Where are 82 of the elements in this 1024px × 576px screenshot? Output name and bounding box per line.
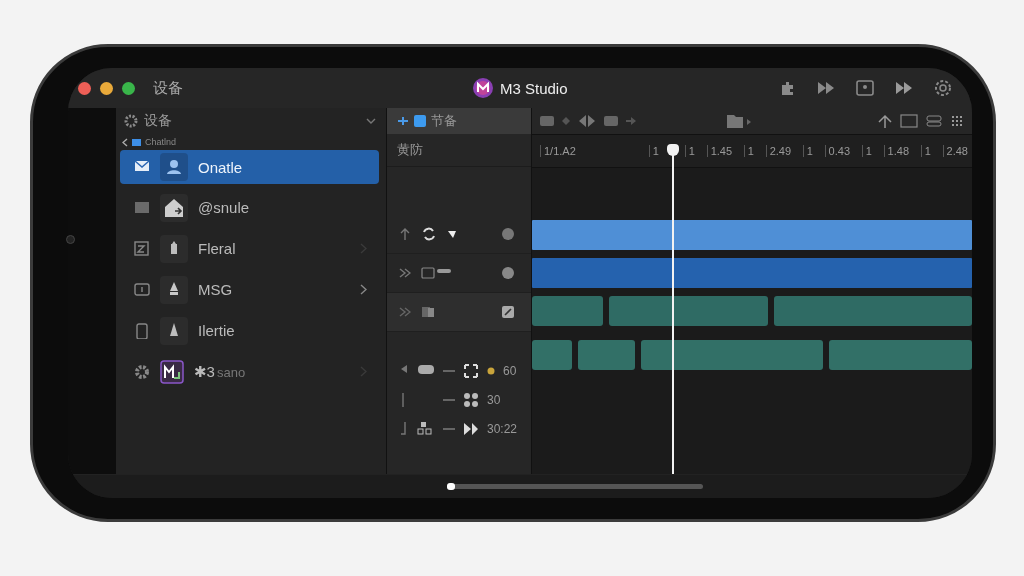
app-logo-icon [473, 78, 493, 98]
sidebar-item[interactable]: Ilertie [120, 313, 379, 348]
ruler-label: 1 [920, 145, 931, 157]
window-control-icon[interactable] [122, 81, 135, 95]
copy-icon[interactable] [421, 304, 437, 320]
window-location: 设备 [153, 78, 183, 98]
window-icon [134, 199, 150, 216]
breadcrumb-link[interactable]: Chatlnd [145, 137, 177, 147]
ruler-label: 0.43 [824, 145, 851, 157]
ruler-label: 1 [743, 145, 754, 157]
readout-value: 30 [487, 393, 501, 407]
split-icon[interactable] [578, 115, 596, 127]
gear-icon [134, 363, 150, 380]
badge-icon[interactable] [501, 227, 515, 241]
arrow-up-icon[interactable] [399, 226, 411, 242]
diamond-icon[interactable] [562, 117, 570, 125]
readout-value: 30:22 [487, 422, 518, 436]
settings-icon[interactable] [934, 79, 952, 97]
chevron-down-icon[interactable] [366, 117, 376, 125]
sidebar-item[interactable]: ✱3 sano [120, 354, 379, 389]
arrow-up-icon[interactable] [878, 114, 892, 128]
house-icon [160, 193, 188, 222]
app-tile-icon [160, 359, 184, 384]
window-control-icon[interactable] [100, 81, 113, 95]
blocks-icon [417, 421, 435, 437]
ruler-label: 1.45 [706, 145, 733, 157]
folder-icon [132, 138, 141, 146]
bell-icon [160, 275, 188, 304]
ruler-label: 1 [648, 145, 659, 157]
sidebar-title: 设备 [144, 112, 172, 130]
audio-clip[interactable] [577, 340, 635, 370]
tool-icon[interactable] [501, 305, 515, 319]
expand-icon[interactable] [463, 363, 479, 379]
audio-clip[interactable] [829, 340, 972, 370]
track-clip[interactable] [532, 258, 972, 288]
ruler-label: 2.49 [765, 145, 792, 157]
plus-icon [397, 116, 409, 126]
person-icon [160, 153, 188, 181]
gear-icon [124, 114, 138, 128]
ruler-label: 1 [684, 145, 695, 157]
sidebar-item[interactable]: Onatle [120, 150, 379, 184]
phone-icon [134, 322, 150, 339]
panel-label: 黄防 [387, 134, 531, 167]
window-title: M3 Studio [500, 79, 568, 97]
ruler-label: 1.48 [883, 145, 909, 157]
track-clip[interactable] [532, 220, 972, 250]
grid-icon[interactable] [463, 392, 479, 408]
fast-forward-icon[interactable] [816, 80, 836, 96]
folder-icon[interactable] [726, 113, 752, 129]
audio-clip[interactable] [532, 340, 572, 370]
ruler-label: 2.48 [942, 145, 968, 157]
grid-icon[interactable] [950, 114, 964, 128]
track-tab[interactable]: 节备 [387, 108, 531, 134]
ruler-label: 1 [861, 145, 872, 157]
screen-icon[interactable] [856, 80, 874, 96]
pen-square-icon [134, 240, 150, 257]
sidebar-item[interactable]: MSG [120, 272, 379, 307]
dropdown-arrow-icon[interactable] [447, 229, 457, 239]
clip-icon[interactable] [540, 116, 554, 126]
bottle-icon [160, 234, 188, 263]
skip-forward-icon[interactable] [894, 80, 914, 96]
window-control-icon[interactable] [78, 81, 91, 95]
arrow-right-icon[interactable] [626, 117, 636, 125]
refresh-icon[interactable] [421, 226, 437, 242]
audio-clip[interactable] [640, 340, 824, 370]
audio-clip[interactable] [532, 296, 604, 326]
ruler-label: 1/1.A2 [540, 145, 576, 157]
skip-icon[interactable] [463, 421, 479, 437]
audio-clip[interactable] [609, 296, 769, 326]
ruler-label: 1 [802, 145, 813, 157]
rectangle-icon[interactable] [900, 114, 918, 128]
corner-icon [399, 421, 409, 437]
sidebar-item[interactable]: Fleral [120, 231, 379, 266]
clip-icon[interactable] [604, 116, 618, 126]
back-icon[interactable] [122, 137, 128, 147]
home-indicator[interactable] [447, 484, 703, 489]
sidebar-item[interactable]: @snule [120, 190, 379, 225]
tablet-icon [134, 281, 150, 298]
audio-clip[interactable] [774, 296, 972, 326]
readout-value: 60 [503, 364, 517, 378]
toggle-icon[interactable] [926, 115, 942, 127]
square-icon [414, 115, 426, 127]
